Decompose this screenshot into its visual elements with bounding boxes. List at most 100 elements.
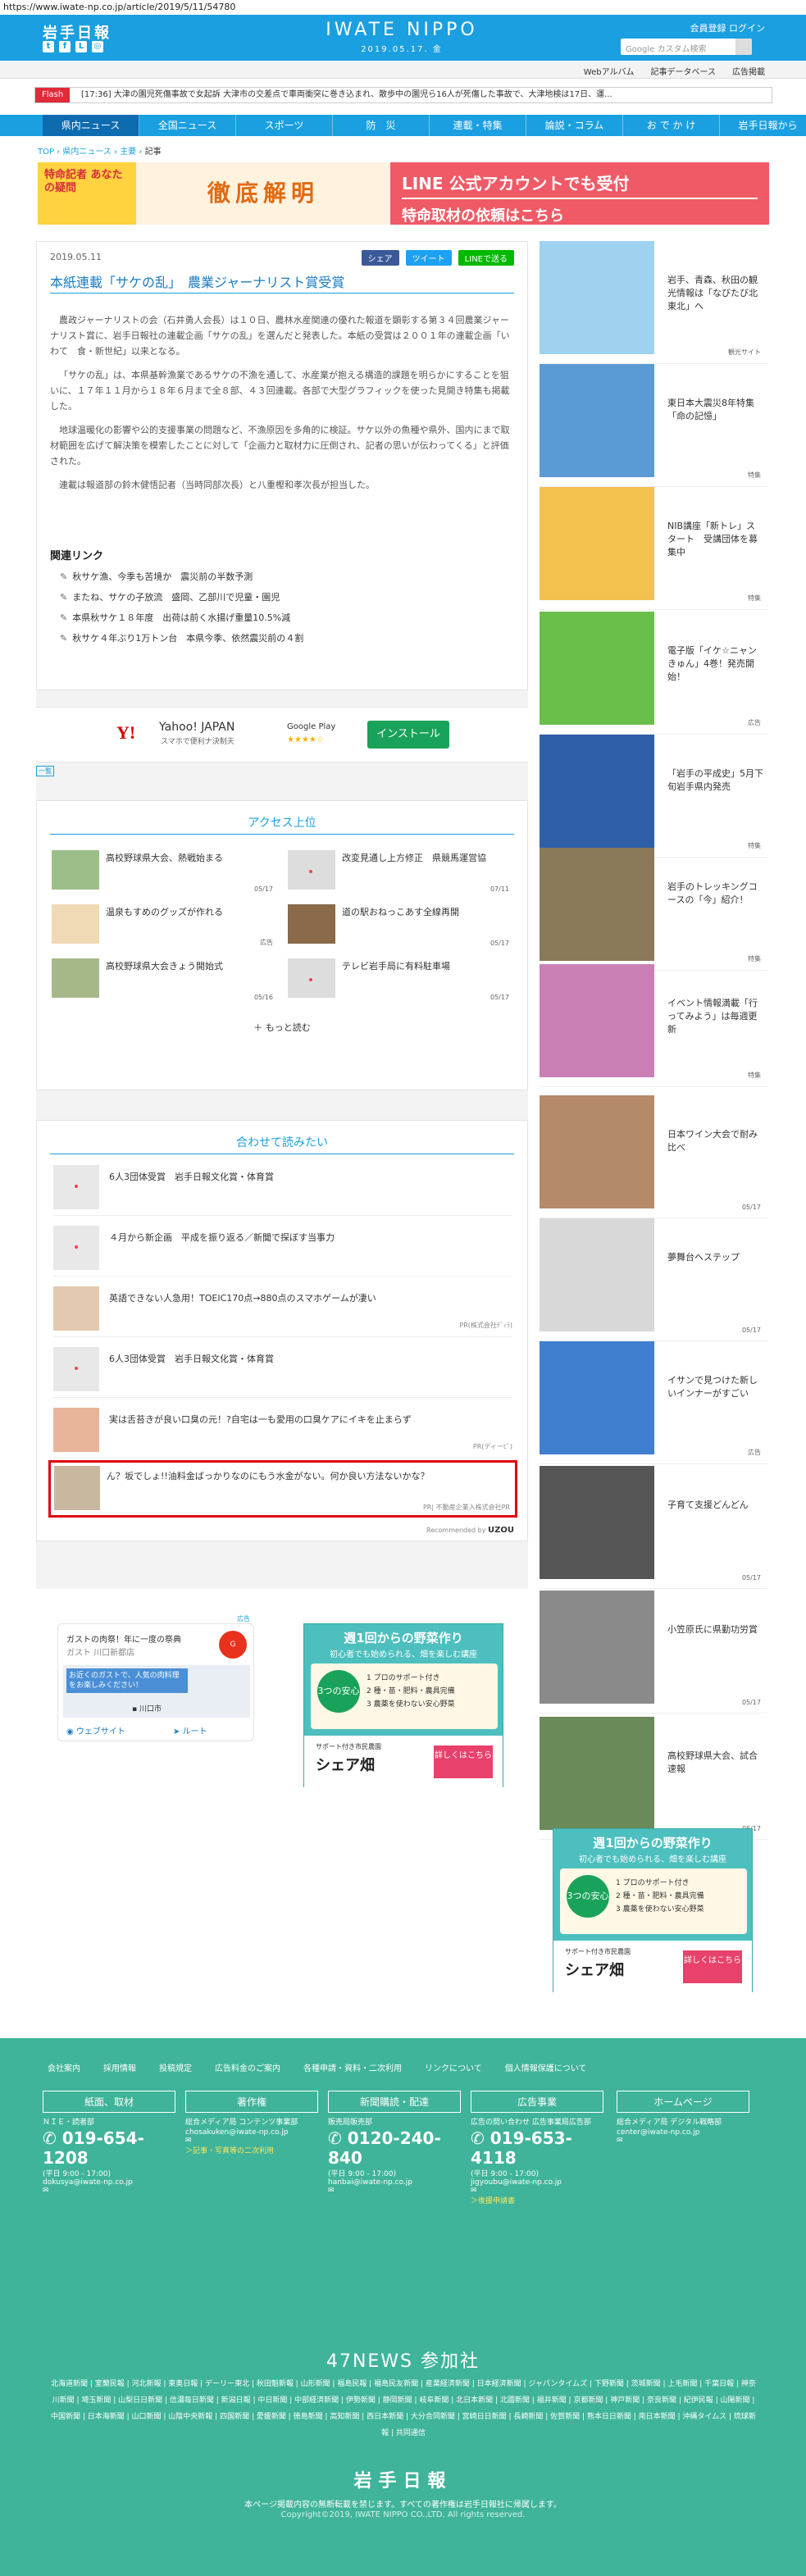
route-button[interactable]: ➤ ルート (173, 1724, 207, 1736)
footer-mail[interactable]: chosakuken@iwate-np.co.jp (185, 2128, 318, 2137)
ranking-item[interactable]: 改変見通し上方修正 県競馬運営協 07/11 (288, 847, 509, 896)
also-read-item[interactable]: 実は舌苔きが良い口臭の元！?自宅は一も愛用の口臭ケアにイキを止まらず PR(ディ… (53, 1401, 512, 1459)
address-bar[interactable]: https://www.iwate-np.co.jp/article/2019/… (0, 0, 806, 15)
share-farm-side-ad[interactable]: 週1回からの野菜作り 初心者でも始められる、畑を楽しむ講座 3つの安心 1 プロ… (553, 1828, 753, 1993)
facebook-share-button[interactable]: シェア (361, 250, 399, 266)
footer-extra-link[interactable]: ＞記事・写真等の二次利用 (185, 2145, 318, 2155)
flash-text[interactable]: [17:36] 大津の園児死傷事故で女起訴 大津市の交差点で車両衝突に巻き込まれ… (81, 88, 612, 102)
sidebar-item[interactable]: NIB講座「新トレ」スタート 受講団体を募集中 特集 (540, 487, 767, 610)
also-read-item[interactable]: 6人3団体受賞 岩手日報文化賞・体育賞 (53, 1158, 512, 1216)
veg-ad-cta-button[interactable]: 詳しくはこちら (683, 1950, 742, 1983)
footer-link[interactable]: リンクについて (425, 2061, 482, 2073)
footer-link[interactable]: 個人情報保護について (505, 2061, 587, 2073)
footer-mail[interactable]: jigyoubu@iwate-np.co.jp (471, 2178, 603, 2187)
footer-mail[interactable]: center@iwate-np.co.jp (617, 2128, 749, 2137)
yahoo-app-ad[interactable]: Y! Yahoo! JAPAN スマホで便利ナ決制天 Google Play ★… (36, 707, 528, 762)
mail-icon[interactable]: ✉ (471, 2187, 603, 2195)
footer-link[interactable]: 会社案内 (48, 2061, 80, 2073)
breadcrumb-local[interactable]: 県内ニュース (62, 148, 112, 157)
footer-logo[interactable]: 岩手日報 (0, 2466, 806, 2492)
footer-phone[interactable]: ✆ 0120-240-840 (328, 2128, 461, 2168)
website-button[interactable]: ◉ ウェブサイト (66, 1724, 125, 1736)
related-link[interactable]: 秋サケ漁、今季も苦境か 震災前の半数予測 (60, 567, 303, 587)
veg-ad-item: 2 種・苗・肥料・農具完備 (616, 1892, 704, 1900)
footer-mail[interactable]: hanbai@iwate-np.co.jp (328, 2178, 461, 2187)
sidebar-item[interactable]: 岩手、青森、秋田の観光情報は「なびたび北東北」へ 観光サイト (540, 241, 767, 364)
nav-local-news[interactable]: 県内ニュース (43, 115, 139, 136)
search-input[interactable]: Google カスタム検索 (626, 42, 706, 54)
sidebar-item[interactable]: 高校野球県大会、試合速報05/17 (540, 1717, 767, 1840)
related-link[interactable]: 秋サケ４年ぶり1万トン台 本県今季、依然震災前の４割 (60, 628, 303, 649)
feed-icon[interactable]: ◎ (92, 41, 103, 52)
sidebar-item[interactable]: 子育て支援どんどん 05/17 (540, 1466, 767, 1589)
tweet-button[interactable]: ツイート (405, 250, 452, 266)
ad-choice-tag[interactable]: 広告 (237, 1614, 250, 1623)
sidebar-item[interactable]: 夢舞台へステップ 05/17 (540, 1218, 767, 1341)
veg-ad-cta-button[interactable]: 詳しくはこちら (434, 1745, 493, 1778)
sidebar-item[interactable]: イベント情報満載「行ってみよう」は毎週更新 特集 (540, 964, 767, 1087)
ranking-item[interactable]: 道の駅おねっこあす全線再開 05/17 (288, 901, 509, 950)
subnav-webalbum[interactable]: Webアルバム (584, 65, 635, 77)
footer-link[interactable]: 各種申請・資料・二次利用 (303, 2061, 402, 2073)
search-button[interactable] (735, 39, 752, 55)
mail-icon[interactable]: ✉ (43, 2187, 175, 2195)
nav-disaster[interactable]: 防 災 (333, 115, 430, 136)
nav-national-news[interactable]: 全国ニュース (139, 115, 236, 136)
footer-mail[interactable]: dokusya@iwate-np.co.jp (43, 2178, 175, 2187)
nav-from-iwate-nippo[interactable]: 岩手日報から (720, 115, 806, 136)
sidebar-item[interactable]: イサンで見つけた新しいインナーがすごい 広告 (540, 1341, 767, 1464)
mail-icon[interactable]: ✉ (185, 2137, 318, 2145)
footer-link[interactable]: 広告料金のご案内 (215, 2061, 280, 2073)
ranking-item[interactable]: 高校野球県大会きょう開始式 05/16 (52, 955, 273, 1004)
flash-ticker[interactable]: Flash [17:36] 大津の園児死傷事故で女起訴 大津市の交差点で車両衝突… (34, 87, 772, 103)
related-link[interactable]: 本県秋サケ１８年度 出荷は前く水揚げ重量10.5%減 (60, 608, 303, 628)
ranking-item[interactable]: 温泉もすめのグッズが作れる 広告 (52, 901, 273, 950)
sidebar-item[interactable]: 東日本大震災8年特集「命の記憶」 特集 (540, 364, 767, 487)
related-link[interactable]: またね、サケの子放流 盛岡、乙部川で児童・園児 (60, 587, 303, 608)
share-farm-ad[interactable]: 週1回からの野菜作り 初心者でも始められる、畑を楽しむ講座 3つの安心 1 プロ… (303, 1623, 503, 1788)
search-box[interactable]: Google カスタム検索 (621, 39, 752, 55)
subnav-database[interactable]: 記事データベース (651, 65, 717, 77)
sidebar-item[interactable]: 日本ワイン大会で耐み比べ 05/17 (540, 1095, 767, 1218)
also-read-item[interactable]: 英語できない人急用！TOEIC170点→880点のスマホゲームが凄い PR(株式… (53, 1280, 512, 1337)
also-read-item-highlighted[interactable]: ん？坂でしょ!!油料金ばっかりなのにもう水金がない。何か良い方法ないかな？ PR… (48, 1460, 517, 1518)
mail-icon[interactable]: ✉ (328, 2187, 461, 2195)
also-read-item[interactable]: 6人3団体受賞 岩手日報文化賞・体育賞 (53, 1340, 512, 1398)
facebook-icon[interactable]: f (59, 41, 71, 52)
footer-phone[interactable]: ✆ 019-653-4118 (471, 2128, 603, 2168)
footer-phone[interactable]: ✆ 019-654-1208 (43, 2128, 175, 2168)
nav-outing[interactable]: お で か け (623, 115, 720, 136)
line-icon[interactable]: L (75, 41, 87, 52)
tokumei-banner[interactable]: 特命記者 あなたの疑問 徹底解明 LINE 公式アカウントでも受付 特命取材の依… (38, 162, 769, 225)
account-links[interactable]: 会員登録 ログイン (690, 21, 766, 34)
sidebar-item[interactable]: 「岩手の平成史」5月下旬岩手県内発売 特集 (540, 735, 767, 858)
sidebar-item[interactable]: 電子版「イケ☆ニャンきゅん」4巻！発売開始！ 広告 (540, 612, 767, 735)
site-logo[interactable]: 岩手日報 (43, 21, 112, 43)
nav-column[interactable]: 論説・コラム (526, 115, 623, 136)
mail-icon[interactable]: ✉ (617, 2137, 749, 2145)
map-ad-message: お近くのガストで、人気の肉料理をお楽しみください！ (66, 1668, 188, 1693)
ad-tag[interactable]: 一覧 (36, 766, 54, 776)
read-more-button[interactable]: ＋ もっと読む (37, 1021, 527, 1034)
footer-link[interactable]: 採用情報 (103, 2061, 136, 2073)
sidebar-item[interactable]: 岩手のトレッキングコースの「今」紹介！ 特集 (540, 848, 767, 971)
yahoo-logo-icon: Y! (116, 722, 136, 743)
sidebar-item-thumbnail (540, 612, 654, 725)
nav-series[interactable]: 連載・特集 (430, 115, 526, 136)
line-share-button[interactable]: LINEで送る (458, 250, 514, 266)
member-papers[interactable]: 北海道新聞 | 室蘭民報 | 河北新報 | 東奥日報 | デーリー東北 | 秋田… (51, 2376, 756, 2442)
sidebar-item[interactable]: 小笠原氏に県勤功労賞 05/17 (540, 1591, 767, 1714)
nav-sports[interactable]: スポーツ (236, 115, 333, 136)
twitter-icon[interactable]: t (43, 41, 54, 52)
ranking-item[interactable]: テレビ岩手局に有料駐車場 05/17 (288, 955, 509, 1004)
ranking-item[interactable]: 高校野球県大会、熱戦始まる 05/17 (52, 847, 273, 896)
recommend-credit[interactable]: Recommended by UZOU (426, 1526, 514, 1535)
breadcrumb-main[interactable]: 主要 (120, 148, 136, 157)
footer-link[interactable]: 投稿規定 (159, 2061, 192, 2073)
gusto-map-ad[interactable]: 広告 ガストの肉祭！年に一度の祭典 ガスト 川口新都店 G お近くのガストで、人… (57, 1615, 254, 1741)
breadcrumb-top[interactable]: TOP (38, 148, 54, 157)
also-read-item[interactable]: ４月から新企画 平成を振り返る／新聞で探ぼす当事力 (53, 1219, 512, 1277)
subnav-ads[interactable]: 広告掲載 (732, 65, 765, 77)
footer-extra-link[interactable]: ＞後援申請書 (471, 2195, 603, 2205)
install-button[interactable]: インストール (367, 721, 449, 749)
